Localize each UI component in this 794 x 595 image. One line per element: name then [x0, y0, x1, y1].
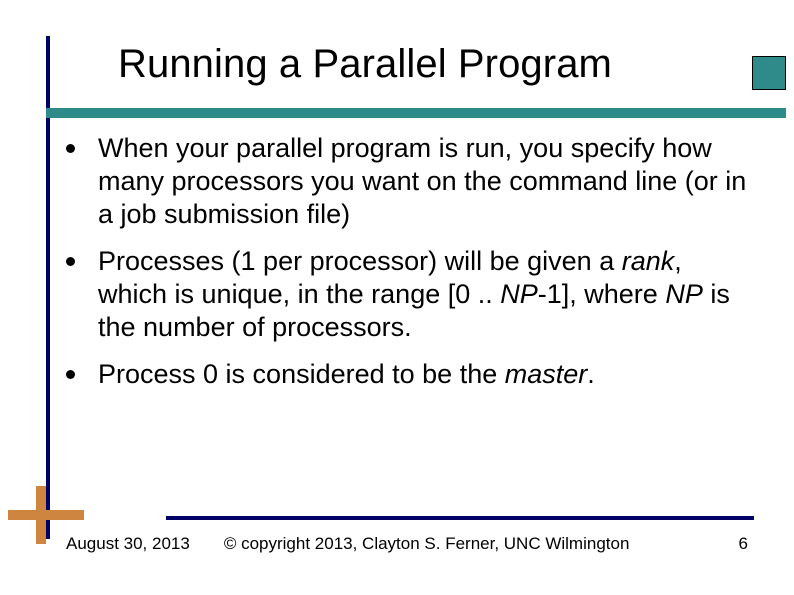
slide: Running a Parallel Program When your par…	[0, 0, 794, 595]
slide-title: Running a Parallel Program	[118, 42, 678, 86]
bullet-text: -1], where	[538, 279, 666, 309]
bullet-text: Processes (1 per processor) will be give…	[98, 246, 622, 276]
bullet-item: Process 0 is considered to be the master…	[64, 358, 750, 391]
bullet-italic: master	[505, 359, 588, 389]
footer-separator	[166, 516, 754, 520]
bullet-italic: NP	[665, 279, 703, 309]
footer: August 30, 2013 © copyright 2013, Clayto…	[66, 534, 754, 554]
title-separator	[46, 108, 786, 118]
bullet-text: .	[587, 359, 595, 389]
bullet-italic: NP	[500, 279, 538, 309]
slide-body: When your parallel program is run, you s…	[64, 132, 750, 405]
bullet-italic: rank	[622, 246, 675, 276]
bullet-item: Processes (1 per processor) will be give…	[64, 245, 750, 344]
accent-square	[752, 56, 786, 90]
footer-copyright: © copyright 2013, Clayton S. Ferner, UNC…	[224, 534, 630, 554]
bullet-item: When your parallel program is run, you s…	[64, 132, 750, 231]
bullet-text: When your parallel program is run, you s…	[98, 133, 746, 229]
cross-horizontal	[8, 510, 84, 520]
bullet-list: When your parallel program is run, you s…	[64, 132, 750, 391]
bullet-text: Process 0 is considered to be the	[98, 359, 505, 389]
footer-date: August 30, 2013	[66, 534, 190, 554]
footer-page-number: 6	[739, 534, 754, 554]
